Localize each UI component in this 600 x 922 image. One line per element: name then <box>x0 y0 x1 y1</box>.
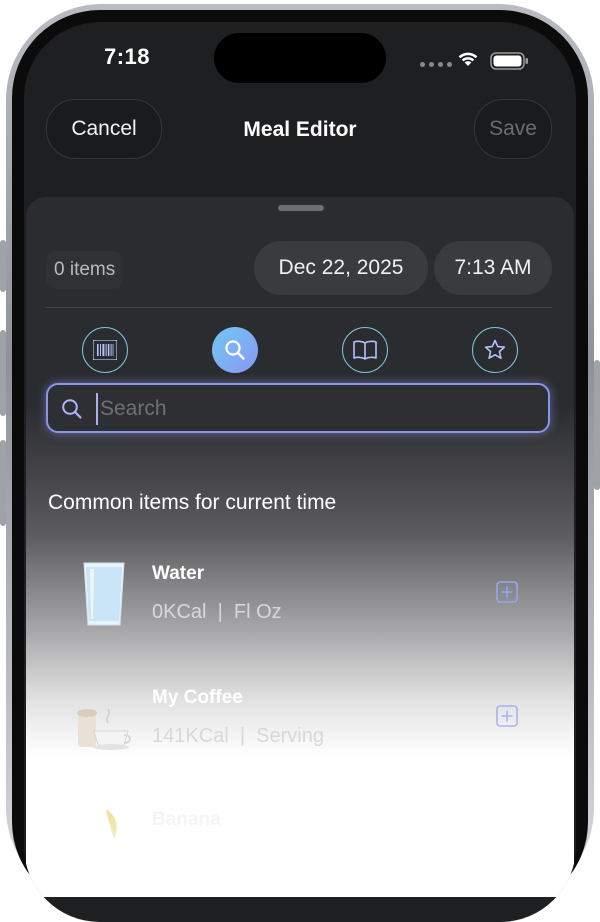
search-input[interactable] <box>96 393 542 425</box>
status-time: 7:18 <box>104 44 151 69</box>
barcode-mode-button[interactable] <box>82 327 128 373</box>
search-field-icon <box>62 399 82 419</box>
dynamic-island <box>214 33 386 83</box>
action-button <box>0 240 6 292</box>
items-count-badge: 0 items <box>46 251 124 289</box>
meal-sheet: 0 items Dec 22, 2025 7:13 AM Search Comm… <box>26 197 574 897</box>
coffee-image <box>77 708 131 750</box>
book-icon <box>353 340 377 360</box>
volume-up-button <box>0 330 6 416</box>
water-glass-image <box>83 562 125 626</box>
search-field[interactable] <box>46 383 550 433</box>
common-items-title: Common items for current time <box>48 491 337 514</box>
search-mode-button[interactable] <box>212 327 258 373</box>
battery-icon <box>490 52 528 70</box>
barcode-icon <box>93 340 117 360</box>
add-icon[interactable] <box>496 581 518 603</box>
time-picker[interactable]: 7:13 AM <box>434 241 552 295</box>
date-picker[interactable]: Dec 22, 2025 <box>254 241 428 295</box>
save-button[interactable]: Save <box>474 99 552 159</box>
food-item-my-coffee[interactable]: My Coffee 141KCal | Serving <box>76 683 526 753</box>
cellular-signal-icon <box>420 62 452 67</box>
power-button <box>594 360 600 490</box>
food-name: My Coffee <box>152 687 243 708</box>
add-icon[interactable] <box>496 705 518 727</box>
food-meta: 0KCal | Fl Oz <box>152 601 282 623</box>
food-name: Water <box>152 563 205 584</box>
wifi-icon <box>458 52 478 66</box>
search-icon <box>225 340 245 360</box>
bottom-fade <box>26 817 574 897</box>
library-mode-button[interactable] <box>342 327 388 373</box>
food-meta: 141KCal | Serving <box>152 725 324 747</box>
star-icon <box>484 339 506 359</box>
divider <box>46 307 552 308</box>
favorites-mode-button[interactable] <box>472 327 518 373</box>
volume-down-button <box>0 440 6 526</box>
sheet-grabber[interactable] <box>278 205 324 211</box>
screen: 7:18 Cancel Meal Editor Save 0 items Dec… <box>24 22 576 922</box>
food-item-water[interactable]: Water 0KCal | Fl Oz <box>76 559 526 629</box>
